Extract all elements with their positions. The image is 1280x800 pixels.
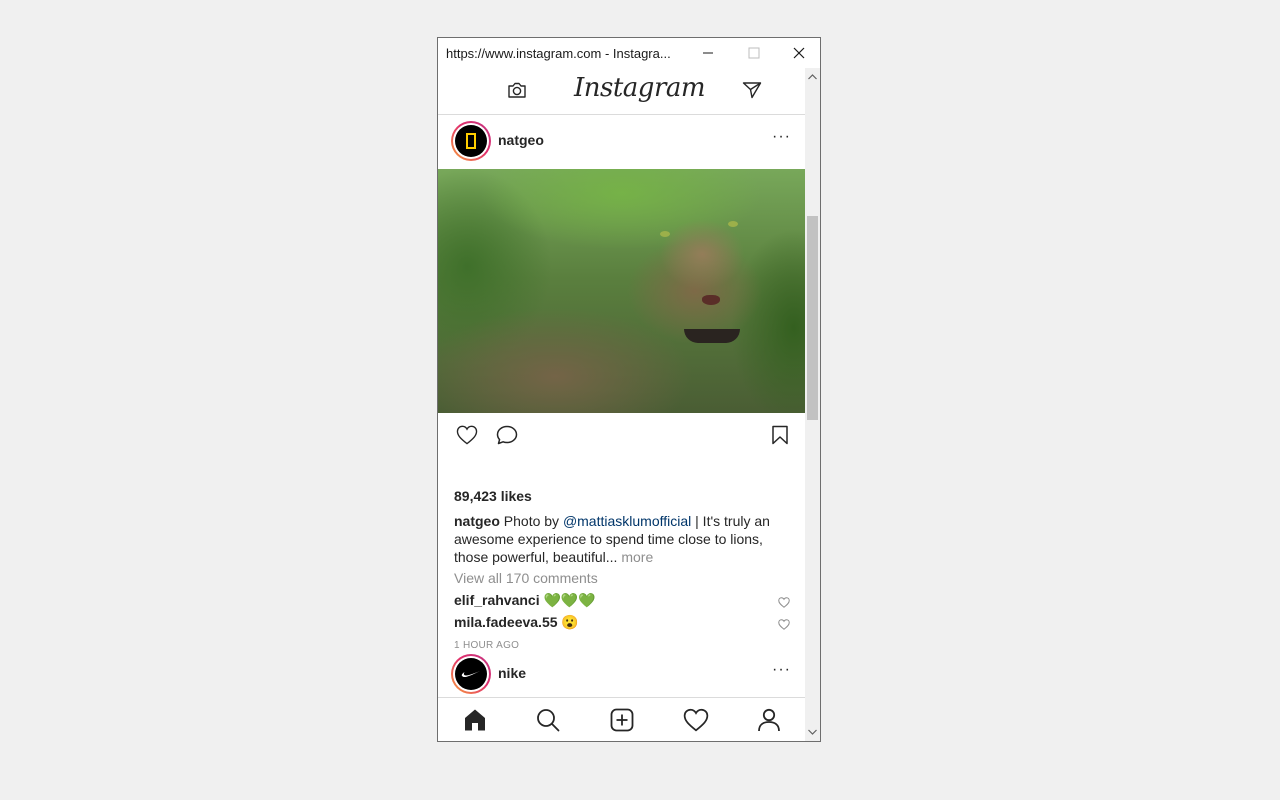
caption-more-link[interactable]: more: [621, 549, 653, 565]
save-button[interactable]: [771, 425, 789, 450]
caption-username[interactable]: natgeo: [454, 513, 500, 529]
top-nav: Instagram: [438, 68, 805, 115]
comment-like-button[interactable]: [778, 595, 790, 611]
instagram-logo[interactable]: Instagram: [574, 73, 706, 103]
comment-username[interactable]: elif_rahvanci: [454, 592, 540, 608]
post-header: nike ···: [438, 648, 805, 702]
camera-button[interactable]: [507, 81, 527, 104]
maximize-icon: [748, 47, 760, 59]
instagram-app: Instagram natgeo ··· 89,423 likes natgeo…: [438, 68, 805, 741]
bottom-nav: [438, 697, 805, 741]
comment-item: elif_rahvanci 💚💚💚: [454, 592, 790, 612]
post-username[interactable]: nike: [498, 665, 526, 681]
chevron-down-icon: [808, 729, 817, 735]
photo-detail: [728, 221, 738, 227]
comment-text: 😮: [557, 614, 579, 630]
browser-window: https://www.instagram.com - Instagra... …: [437, 37, 821, 742]
natgeo-logo-icon: [455, 125, 487, 157]
heart-icon: [683, 708, 709, 732]
avatar[interactable]: [451, 121, 491, 161]
nav-new-post[interactable]: [610, 708, 634, 737]
like-button[interactable]: [456, 425, 478, 450]
minimize-icon: [703, 52, 713, 54]
add-post-icon: [610, 708, 634, 732]
nike-logo-icon: [455, 658, 487, 690]
post-caption: natgeo Photo by @mattiasklumofficial | I…: [454, 512, 784, 566]
heart-icon: [456, 425, 478, 445]
window-title: https://www.instagram.com - Instagra...: [446, 46, 671, 61]
direct-message-button[interactable]: [742, 81, 762, 104]
view-all-comments-link[interactable]: View all 170 comments: [454, 570, 598, 586]
post-actions: [438, 413, 805, 459]
post-username[interactable]: natgeo: [498, 132, 544, 148]
nav-profile[interactable]: [757, 708, 781, 737]
nav-home[interactable]: [463, 708, 487, 737]
comment-text: 💚💚💚: [539, 592, 596, 608]
photo-detail: [702, 295, 720, 305]
scroll-up-button[interactable]: [805, 70, 820, 84]
comment-like-button[interactable]: [778, 617, 790, 633]
scroll-thumb[interactable]: [807, 216, 818, 420]
comment-username[interactable]: mila.fadeeva.55: [454, 614, 558, 630]
camera-icon: [508, 82, 526, 98]
heart-icon: [778, 597, 790, 608]
minimize-button[interactable]: [685, 38, 731, 68]
more-options-button[interactable]: ···: [772, 129, 791, 145]
photo-detail: [660, 231, 670, 237]
close-button[interactable]: [776, 38, 820, 68]
caption-mention-link[interactable]: @mattiasklumofficial: [563, 513, 691, 529]
home-icon: [465, 709, 485, 731]
title-bar: https://www.instagram.com - Instagra...: [438, 38, 820, 68]
nav-activity[interactable]: [683, 708, 709, 737]
bookmark-icon: [772, 425, 788, 445]
post-header: natgeo ···: [438, 115, 805, 169]
avatar[interactable]: [451, 654, 491, 694]
scroll-down-button[interactable]: [805, 725, 820, 739]
heart-icon: [778, 619, 790, 630]
chevron-up-icon: [808, 74, 817, 80]
vertical-scrollbar[interactable]: [805, 68, 820, 741]
post-photo[interactable]: [438, 169, 805, 413]
maximize-button[interactable]: [731, 38, 777, 68]
photo-detail: [684, 329, 740, 343]
more-options-button[interactable]: ···: [772, 662, 791, 678]
comment-button[interactable]: [496, 425, 518, 450]
likes-count[interactable]: 89,423 likes: [454, 488, 532, 504]
close-icon: [793, 47, 805, 59]
profile-icon: [758, 708, 780, 732]
caption-text: Photo by: [499, 513, 563, 529]
search-icon: [537, 709, 560, 732]
send-icon: [742, 82, 762, 99]
nav-search[interactable]: [536, 708, 560, 737]
comment-icon: [496, 425, 518, 445]
comment-item: mila.fadeeva.55 😮: [454, 614, 790, 634]
